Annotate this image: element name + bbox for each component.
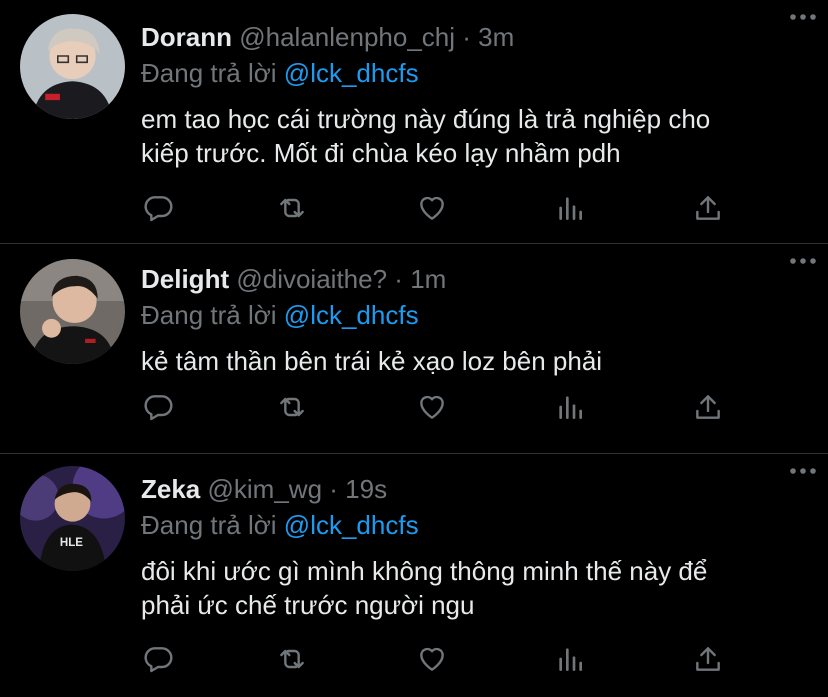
stats-icon xyxy=(554,643,586,680)
tweet-header: Zeka @kim_wg · 19s xyxy=(141,472,808,506)
timestamp[interactable]: 19s xyxy=(345,474,387,504)
replying-to: Đang trả lời @lck_dhcfs xyxy=(141,509,808,541)
display-name[interactable]: Delight xyxy=(141,264,229,294)
like-button[interactable] xyxy=(415,644,449,678)
timestamp[interactable]: 1m xyxy=(410,264,446,294)
action-bar xyxy=(141,644,731,678)
separator-dot: · xyxy=(394,264,403,294)
avatar[interactable] xyxy=(20,14,125,119)
display-name[interactable]: Zeka xyxy=(141,474,200,504)
retweet-icon xyxy=(276,391,308,428)
share-button[interactable] xyxy=(691,193,725,227)
tweet-text-line: phải ức chế trước người ngu xyxy=(141,590,475,620)
reply-button[interactable] xyxy=(141,644,175,678)
reply-button[interactable] xyxy=(141,193,175,227)
stats-button[interactable] xyxy=(553,644,587,678)
user-handle[interactable]: @halanlenpho_chj xyxy=(239,22,455,52)
tweet-header: Dorann @halanlenpho_chj · 3m xyxy=(141,20,808,54)
tweet-header: Delight @divoiaithe? · 1m xyxy=(141,262,808,296)
replying-to: Đang trả lời @lck_dhcfs xyxy=(141,299,808,331)
avatar-image: HLE xyxy=(20,466,125,571)
reply-feed: Dorann @halanlenpho_chj · 3m Đang trả lờ… xyxy=(0,0,828,697)
share-icon xyxy=(692,391,724,428)
user-handle[interactable]: @kim_wg xyxy=(208,474,323,504)
tweet-text: em tao học cái trường này đúng là trả ng… xyxy=(141,102,808,170)
tweet-text-line: kẻ tâm thần bên trái kẻ xạo loz bên phải xyxy=(141,346,603,376)
like-icon xyxy=(416,192,448,229)
separator-dot: · xyxy=(329,474,338,504)
retweet-icon xyxy=(276,643,308,680)
share-icon xyxy=(692,643,724,680)
action-bar xyxy=(141,193,731,227)
retweet-button[interactable] xyxy=(275,392,309,426)
stats-button[interactable] xyxy=(553,392,587,426)
share-button[interactable] xyxy=(691,392,725,426)
mention-link[interactable]: @lck_dhcfs xyxy=(284,58,419,88)
tweet-text: đôi khi ước gì mình không thông minh thế… xyxy=(141,554,808,622)
tweet[interactable]: Delight @divoiaithe? · 1m Đang trả lời @… xyxy=(0,244,828,454)
retweet-button[interactable] xyxy=(275,644,309,678)
tweet-text-line: đôi khi ước gì mình không thông minh thế… xyxy=(141,556,708,586)
avatar-image xyxy=(20,14,125,119)
reply-icon xyxy=(142,192,174,229)
replying-prefix: Đang trả lời xyxy=(141,58,277,88)
tweet-body: Delight @divoiaithe? · 1m Đang trả lời @… xyxy=(141,262,808,378)
like-icon xyxy=(416,643,448,680)
tweet-text-line: kiếp trước. Mốt đi chùa kéo lạy nhầm pdh xyxy=(141,138,621,168)
retweet-icon xyxy=(276,192,308,229)
stats-icon xyxy=(554,192,586,229)
replying-to: Đang trả lời @lck_dhcfs xyxy=(141,57,808,89)
tweet-body: Zeka @kim_wg · 19s Đang trả lời @lck_dhc… xyxy=(141,472,808,622)
timestamp[interactable]: 3m xyxy=(478,22,514,52)
share-button[interactable] xyxy=(691,644,725,678)
stats-icon xyxy=(554,391,586,428)
tweet[interactable]: HLE Zeka @kim_wg · 19s Đang trả lời @lck… xyxy=(0,454,828,697)
stats-button[interactable] xyxy=(553,193,587,227)
reply-icon xyxy=(142,391,174,428)
retweet-button[interactable] xyxy=(275,193,309,227)
action-bar xyxy=(141,392,731,426)
reply-icon xyxy=(142,643,174,680)
svg-text:HLE: HLE xyxy=(60,537,83,549)
separator-dot: · xyxy=(462,22,471,52)
replying-prefix: Đang trả lời xyxy=(141,510,277,540)
like-icon xyxy=(416,391,448,428)
reply-button[interactable] xyxy=(141,392,175,426)
more-dots-icon[interactable] xyxy=(788,10,818,24)
avatar-image xyxy=(20,259,125,364)
more-dots-icon[interactable] xyxy=(788,464,818,478)
tweet[interactable]: Dorann @halanlenpho_chj · 3m Đang trả lờ… xyxy=(0,0,828,244)
share-icon xyxy=(692,192,724,229)
mention-link[interactable]: @lck_dhcfs xyxy=(284,300,419,330)
avatar[interactable]: HLE xyxy=(20,466,125,571)
replying-prefix: Đang trả lời xyxy=(141,300,277,330)
tweet-text-line: em tao học cái trường này đúng là trả ng… xyxy=(141,104,711,134)
display-name[interactable]: Dorann xyxy=(141,22,232,52)
like-button[interactable] xyxy=(415,193,449,227)
tweet-body: Dorann @halanlenpho_chj · 3m Đang trả lờ… xyxy=(141,20,808,170)
more-dots-icon[interactable] xyxy=(788,254,818,268)
like-button[interactable] xyxy=(415,392,449,426)
mention-link[interactable]: @lck_dhcfs xyxy=(284,510,419,540)
user-handle[interactable]: @divoiaithe? xyxy=(236,264,387,294)
tweet-text: kẻ tâm thần bên trái kẻ xạo loz bên phải xyxy=(141,344,808,378)
avatar[interactable] xyxy=(20,259,125,364)
